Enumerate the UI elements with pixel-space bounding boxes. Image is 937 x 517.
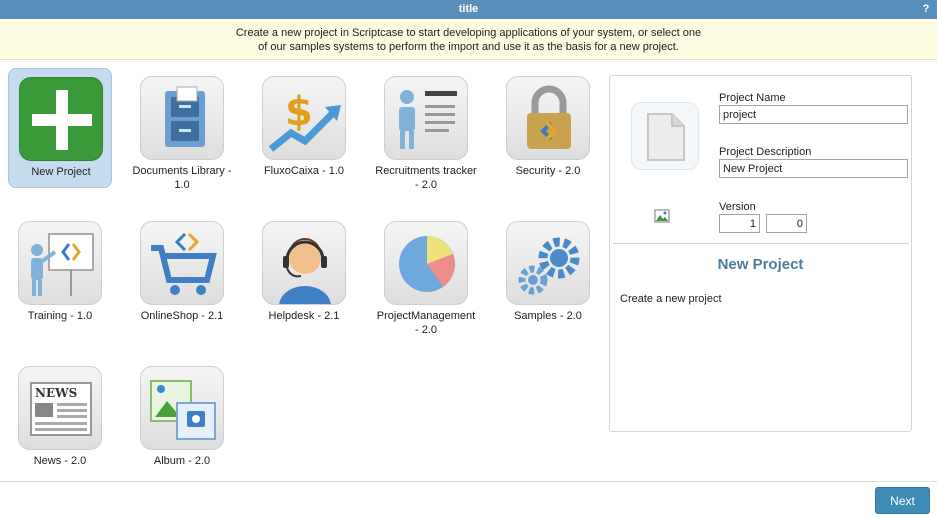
template-label: FluxoCaixa - 1.0	[263, 165, 345, 177]
details-divider	[613, 243, 909, 244]
project-description-label: Project Description	[719, 146, 812, 158]
template-tile-news[interactable]: NEWS News - 2.0	[8, 358, 112, 478]
file-cabinet-icon	[140, 76, 224, 160]
project-name-label: Project Name	[719, 92, 786, 104]
blank-document-icon	[647, 113, 685, 161]
template-tile-samples[interactable]: Samples - 2.0	[496, 213, 600, 333]
version-major-input[interactable]	[719, 214, 760, 233]
template-tile-documents-library[interactable]: Documents Library - 1.0	[130, 68, 234, 191]
help-button[interactable]: ?	[921, 0, 931, 19]
project-thumbnail	[631, 102, 699, 170]
template-tile-training[interactable]: Training - 1.0	[8, 213, 112, 333]
template-label: Album - 2.0	[153, 455, 211, 467]
footer-divider	[0, 481, 937, 482]
template-label: Helpdesk - 2.1	[268, 310, 340, 322]
template-tile-new-project[interactable]: New Project	[8, 68, 112, 188]
template-tile-recruitments-tracker[interactable]: Recruitments tracker - 2.0	[374, 68, 478, 191]
template-tile-helpdesk[interactable]: Helpdesk - 2.1	[252, 213, 356, 333]
headset-agent-icon	[262, 221, 346, 305]
version-label: Version	[719, 201, 756, 213]
next-button[interactable]: Next	[875, 487, 930, 514]
padlock-icon	[506, 76, 590, 160]
dollar-growth-icon: $	[262, 76, 346, 160]
preview-description: Create a new project	[620, 293, 722, 305]
template-label: Documents Library - 1.0	[132, 165, 232, 191]
person-list-icon	[384, 76, 468, 160]
template-label: Training - 1.0	[27, 310, 93, 322]
template-label: ProjectManagement - 2.0	[376, 310, 476, 336]
template-label: News - 2.0	[33, 455, 87, 467]
template-tile-onlineshop[interactable]: OnlineShop - 2.1	[130, 213, 234, 333]
intro-banner: Create a new project in Scriptcase to st…	[0, 19, 937, 60]
window-title: title	[458, 3, 479, 15]
template-label: Samples - 2.0	[514, 310, 582, 322]
project-template-gallery: New Project Documents Library - 1.0 $ Fl…	[0, 62, 600, 477]
template-tile-fluxocaixa[interactable]: $ FluxoCaixa - 1.0	[252, 68, 356, 188]
pie-chart-icon	[384, 221, 468, 305]
intro-text-line-2: of our samples systems to perform the im…	[258, 41, 679, 53]
template-tile-security[interactable]: Security - 2.0	[496, 68, 600, 188]
preview-title: New Project	[717, 256, 804, 273]
template-label: New Project	[31, 166, 91, 178]
svg-text:NEWS: NEWS	[35, 386, 77, 400]
project-name-input[interactable]	[719, 105, 908, 124]
version-minor-input[interactable]	[766, 214, 807, 233]
presentation-icon	[18, 221, 102, 305]
photo-album-icon	[140, 366, 224, 450]
template-tile-album[interactable]: Album - 2.0	[130, 358, 234, 478]
project-details-panel: Project Name Project Description Version…	[609, 75, 912, 432]
window-title-bar: title ?	[0, 0, 937, 19]
image-icon[interactable]	[654, 209, 670, 223]
plus-icon	[19, 77, 103, 161]
shopping-cart-icon	[140, 221, 224, 305]
project-description-input[interactable]	[719, 159, 908, 178]
gears-icon	[506, 221, 590, 305]
template-label: OnlineShop - 2.1	[140, 310, 224, 322]
template-tile-projectmanagement[interactable]: ProjectManagement - 2.0	[374, 213, 478, 336]
newspaper-icon: NEWS	[18, 366, 102, 450]
template-label: Recruitments tracker - 2.0	[375, 165, 477, 191]
template-label: Security - 2.0	[515, 165, 581, 177]
svg-text:$: $	[285, 89, 313, 135]
intro-text-line-1: Create a new project in Scriptcase to st…	[235, 27, 702, 39]
